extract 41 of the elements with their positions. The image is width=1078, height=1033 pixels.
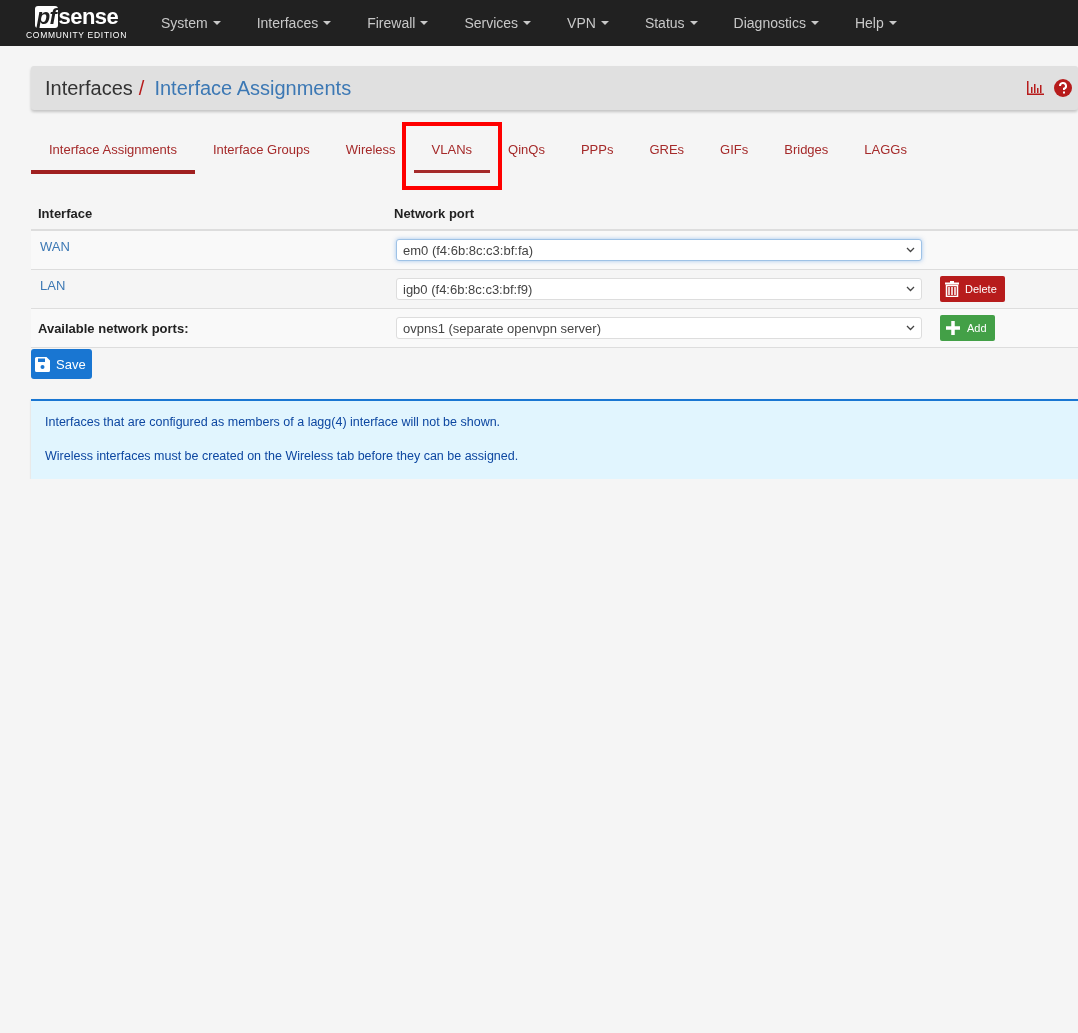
tab[interactable]: Bridges [766,132,847,174]
pfsense-logo[interactable]: pfsense COMMUNITY EDITION [26,6,127,40]
bar-chart-icon[interactable] [1027,81,1044,95]
trash-icon [945,281,959,297]
help-icon[interactable] [1054,79,1072,97]
plus-icon [945,320,961,336]
tab[interactable]: VLANs [413,132,491,174]
row-label: Available network ports: [38,320,190,336]
chevron-down-icon [906,286,915,292]
info-text: Wireless interfaces must be created on the Wireless tab before they can be assigned. [45,449,520,463]
tab[interactable]: LAGGs [846,132,925,174]
nav-menu[interactable]: Help [836,15,915,31]
nav-menu[interactable]: Firewall [349,15,447,31]
nav-menu[interactable]: Interfaces [238,15,350,31]
nav-menu[interactable]: Diagnostics [715,15,837,31]
chevron-down-icon [906,325,915,331]
chevron-down-icon [906,247,915,253]
tab[interactable]: GIFs [702,132,767,174]
port-select[interactable]: igb0 (f4:6b:8c:c3:bf:f9) [396,278,922,300]
save-button[interactable]: Save [31,349,92,379]
port-select[interactable]: em0 (f4:6b:8c:c3:bf:fa) [396,239,922,261]
interface-link[interactable]: LAN [40,274,396,293]
tab[interactable]: PPPs [562,132,632,174]
tab[interactable]: Interface Groups [194,132,328,174]
nav-menu[interactable]: VPN [549,15,627,31]
breadcrumb-separator: / [138,76,145,100]
column-header: Network port [394,206,476,221]
info-text: Interfaces that are configured as members of a lagg(4) interface will not be shown. [45,415,502,429]
breadcrumb-parent: Interfaces [45,76,133,100]
tab[interactable]: QinQs [490,132,563,174]
tab[interactable]: Wireless [327,132,414,174]
interface-link[interactable]: WAN [40,235,396,254]
nav-menu[interactable]: Services [446,15,550,31]
tab[interactable]: GREs [631,132,703,174]
breadcrumb-current[interactable]: Interface Assignments [154,76,352,100]
port-select[interactable]: ovpns1 (separate openvpn server) [396,317,922,339]
nav-menu[interactable]: Status [626,15,716,31]
delete-button[interactable]: Delete [940,276,1005,302]
tab[interactable]: Interface Assignments [31,132,195,174]
nav-menu[interactable]: System [143,15,239,31]
column-header: Interface [38,206,94,221]
